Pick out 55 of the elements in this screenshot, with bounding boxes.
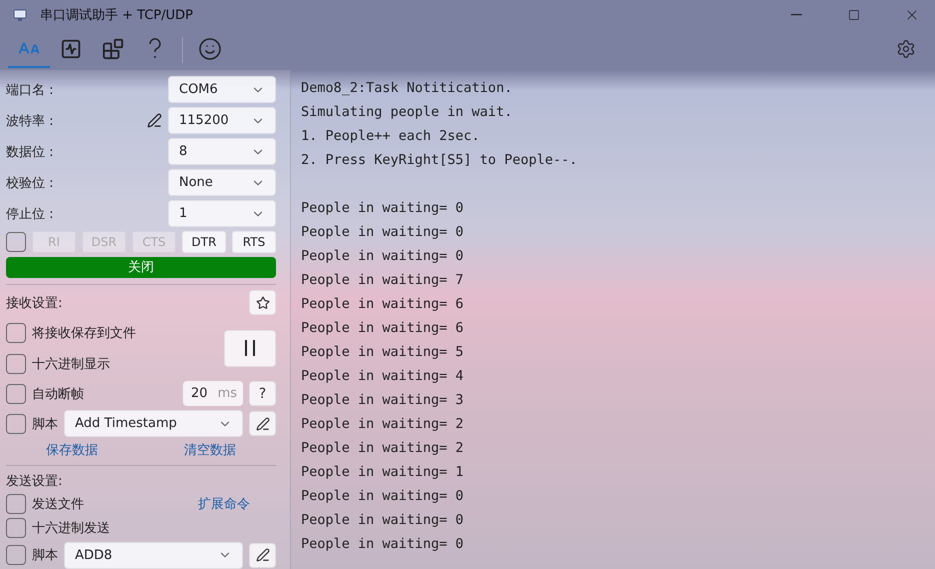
action-link[interactable]: 保存数据	[46, 441, 98, 460]
checkbox[interactable]	[6, 354, 26, 374]
option-label: 自动断帧	[32, 386, 85, 403]
option-label: 十六进制显示	[32, 356, 111, 373]
app-icon	[12, 7, 28, 23]
option-label: 十六进制发送	[32, 520, 111, 537]
dropdown[interactable]: 8	[168, 138, 276, 165]
terminal-output: Demo8_2:Task Notitication. Simulating people in wait. 1. People++ each 2sec. 2. Press KeyRight[S5] to People--. People in waiting= 0 People in waiting= 0 People in waiting= 0 People in waiting= 7 People in waiting= 6 People in waiting= 6 People in waiting= 5 People in waiting= 4 People in waiting= 3 People in waiting= 2 People in waiting= 2 People in waiting= 1 People in waiting= 0 People in waiting= 0 People in waiting= 0	[300, 79, 578, 554]
help-icon	[148, 38, 162, 60]
dropdown[interactable]: 1	[168, 200, 276, 227]
help-button[interactable]: ?	[249, 381, 276, 406]
edit-script-button[interactable]	[249, 411, 276, 436]
option-label: 将接收保存到文件	[32, 324, 137, 342]
checkbox[interactable]	[6, 518, 26, 538]
plugin-icon	[102, 38, 124, 60]
window-title: 串口调试助手 + TCP/UDP	[40, 7, 194, 24]
checkbox[interactable]	[6, 494, 26, 514]
section-title: 发送设置:	[6, 472, 64, 490]
dropdown[interactable]: Add Timestamp	[64, 410, 243, 438]
dropdown[interactable]: 115200	[168, 107, 276, 134]
pen-icon	[256, 548, 270, 562]
field-label: 数据位 :	[6, 144, 55, 160]
dropdown[interactable]: None	[168, 169, 276, 196]
checkbox[interactable]	[6, 414, 26, 434]
dropdown[interactable]: COM6	[168, 76, 276, 103]
smiley-icon	[198, 37, 222, 61]
pause-button[interactable]	[224, 330, 276, 367]
checkbox[interactable]	[6, 232, 26, 252]
settings-icon	[896, 39, 916, 59]
close-port-button[interactable]: 关闭	[6, 257, 276, 278]
option-label: 发送文件	[32, 496, 85, 513]
signal-button[interactable]: DTR	[182, 231, 226, 253]
interval-input[interactable]: 20 ms	[183, 381, 243, 406]
option-label: 脚本	[32, 547, 58, 564]
option-label: 脚本	[32, 416, 58, 433]
chart-icon	[60, 38, 82, 60]
action-link[interactable]: 扩展命令	[198, 494, 250, 513]
field-label: 校验位 :	[6, 174, 55, 192]
action-link[interactable]: 清空数据	[184, 441, 236, 460]
maximize-icon	[848, 9, 860, 21]
pen-icon	[256, 416, 270, 431]
signal-button[interactable]: RTS	[232, 231, 276, 253]
favorite-button[interactable]	[249, 290, 276, 316]
checkbox[interactable]	[6, 322, 26, 343]
dropdown[interactable]: ADD8	[64, 542, 243, 569]
checkbox[interactable]	[6, 545, 26, 566]
pen-icon[interactable]	[147, 113, 162, 128]
field-label: 端口名 :	[6, 82, 55, 98]
star-icon	[256, 296, 270, 310]
field-label: 停止位 :	[6, 206, 55, 222]
section-title: 接收设置:	[6, 294, 64, 312]
field-label: 波特率 :	[6, 112, 55, 130]
minimize-icon	[790, 14, 802, 16]
checkbox[interactable]	[6, 384, 26, 404]
edit-script-button[interactable]	[249, 542, 276, 568]
